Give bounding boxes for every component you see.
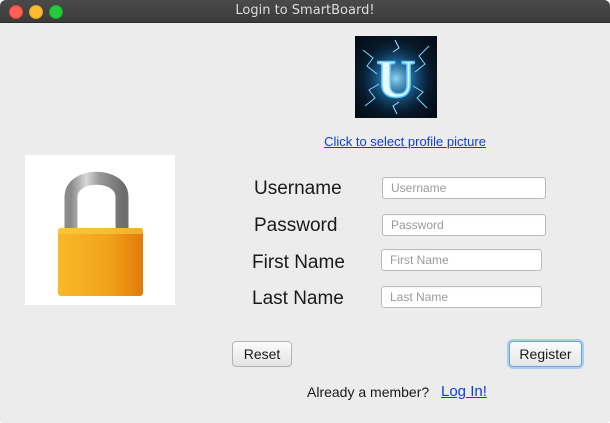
window-title: Login to SmartBoard! [235,3,375,18]
profile-letter: U [377,49,416,109]
log-in-link[interactable]: Log In! [441,383,487,400]
first-name-label: First Name [252,252,345,273]
last-name-label: Last Name [252,288,344,309]
already-member-text: Already a member? [307,384,430,400]
register-form-panel: U Click to select profile picture Userna… [0,23,610,423]
username-input[interactable] [382,177,546,199]
last-name-input[interactable] [381,286,542,308]
password-label: Password [254,215,338,236]
password-input[interactable] [382,214,546,236]
reset-button[interactable]: Reset [232,341,292,367]
select-profile-picture-link[interactable]: Click to select profile picture [305,134,505,149]
app-window: Login to SmartBoard! U Click to select p… [0,0,610,423]
title-bar[interactable]: Login to SmartBoard! [0,0,610,23]
padlock-icon [58,171,143,296]
lightning-letter-u-icon: U [355,36,437,118]
register-button[interactable]: Register [509,341,582,367]
profile-picture[interactable]: U [355,36,437,118]
username-label: Username [254,178,342,199]
padlock-image [25,155,175,305]
first-name-input[interactable] [381,249,542,271]
